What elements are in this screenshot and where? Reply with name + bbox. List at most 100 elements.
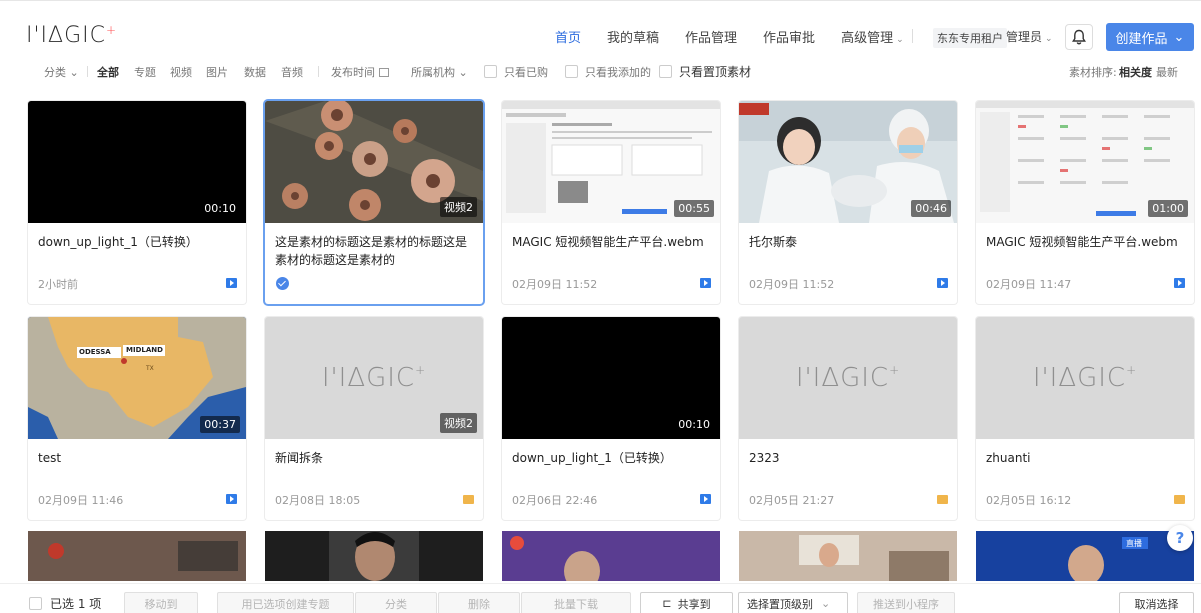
video-icon bbox=[1174, 278, 1185, 288]
map-label-odessa: ODESSA bbox=[79, 348, 111, 356]
video-count-badge: 视频2 bbox=[440, 413, 477, 433]
asset-card[interactable]: ODESSA MIDLAND TX 00:37 test 02月09日 11:4… bbox=[28, 317, 246, 520]
card-thumbnail: I'IΔGIC+ 视频2 bbox=[265, 317, 483, 439]
chevron-down-icon: ⌄ bbox=[821, 597, 831, 610]
card-thumbnail: 01:00 bbox=[976, 101, 1194, 223]
create-work-button[interactable]: 创建作品 ⌄ bbox=[1106, 23, 1194, 51]
folder-icon bbox=[463, 495, 474, 504]
sort-latest[interactable]: 最新 bbox=[1156, 64, 1178, 80]
asset-card-partial[interactable] bbox=[265, 531, 483, 581]
card-title: 这是素材的标题这是素材的标题这是素材的标题这是素材的 bbox=[275, 235, 468, 267]
asset-card-partial[interactable] bbox=[502, 531, 720, 581]
map-label-midland: MIDLAND bbox=[126, 346, 163, 354]
card-time: 02月08日 18:05 bbox=[275, 494, 361, 507]
chevron-down-icon: ⌄ bbox=[1045, 34, 1053, 44]
placeholder-logo: I'IΔGIC+ bbox=[795, 363, 901, 393]
asset-card[interactable]: 00:46 托尔斯泰 02月09日 11:52 bbox=[739, 101, 957, 304]
card-time: 02月05日 21:27 bbox=[749, 494, 835, 507]
only-pinned-checkbox[interactable]: 只看置顶素材 bbox=[659, 63, 751, 80]
map-label-state: TX bbox=[146, 365, 154, 372]
chevron-down-icon: ⌄ bbox=[1173, 29, 1185, 45]
asset-card[interactable]: I'IΔGIC+ 视频2 新闻拆条 02月08日 18:05 bbox=[265, 317, 483, 520]
video-icon bbox=[226, 494, 237, 504]
category-filter[interactable]: 分类 ⌄ bbox=[44, 64, 79, 80]
filter-divider bbox=[318, 66, 319, 77]
only-bought-checkbox[interactable]: 只看已购 bbox=[484, 64, 548, 80]
card-title: test bbox=[38, 451, 62, 465]
pin-level-select[interactable]: 选择置顶级别 ⌄ bbox=[738, 592, 848, 613]
card-time: 2小时前 bbox=[38, 278, 78, 291]
org-filter[interactable]: 所属机构 ⌄ bbox=[411, 64, 468, 80]
folder-icon bbox=[937, 495, 948, 504]
card-title: down_up_light_1（已转换） bbox=[38, 235, 198, 249]
asset-card[interactable]: 00:55 MAGIC 短视频智能生产平台.webm 02月09日 11:52 bbox=[502, 101, 720, 304]
video-icon bbox=[937, 278, 948, 288]
card-time: 02月09日 11:52 bbox=[512, 278, 598, 291]
sort-relevance[interactable]: 相关度 bbox=[1119, 64, 1152, 80]
card-time: 02月06日 22:46 bbox=[512, 494, 598, 507]
card-title: zhuanti bbox=[986, 451, 1031, 465]
type-topic[interactable]: 专题 bbox=[134, 64, 156, 80]
asset-card[interactable]: I'IΔGIC+ 2323 02月05日 21:27 bbox=[739, 317, 957, 520]
duration-badge: 01:00 bbox=[1148, 200, 1188, 217]
checkbox-icon bbox=[484, 65, 497, 78]
calendar-icon bbox=[378, 68, 389, 77]
help-button[interactable]: ? bbox=[1167, 525, 1193, 551]
share-button[interactable]: ⊏ 共享到 bbox=[640, 592, 733, 613]
nav-approval[interactable]: 作品审批 bbox=[763, 27, 815, 46]
card-title: MAGIC 短视频智能生产平台.webm bbox=[512, 235, 704, 249]
publish-time-filter[interactable]: 发布时间 bbox=[331, 64, 389, 80]
filter-divider bbox=[87, 66, 88, 77]
duration-badge: 00:46 bbox=[911, 200, 951, 217]
chevron-down-icon: ⌄ bbox=[896, 35, 904, 45]
move-to-button[interactable]: 移动到 bbox=[124, 592, 198, 613]
only-mine-checkbox[interactable]: 只看我添加的 bbox=[565, 64, 651, 80]
notification-button[interactable] bbox=[1065, 24, 1093, 50]
card-time: 02月09日 11:46 bbox=[38, 494, 124, 507]
chevron-down-icon: ⌄ bbox=[458, 66, 468, 79]
asset-card-partial[interactable]: 直播 bbox=[976, 531, 1194, 581]
select-all-checkbox[interactable] bbox=[29, 597, 42, 610]
bell-icon bbox=[1072, 29, 1086, 45]
filter-bar: 分类 ⌄ 全部 专题 视频 图片 数据 音频 发布时间 所属机构 ⌄ 只看已购 … bbox=[0, 60, 1201, 82]
asset-card[interactable]: 01:00 MAGIC 短视频智能生产平台.webm 02月09日 11:47 bbox=[976, 101, 1194, 304]
type-all[interactable]: 全部 bbox=[97, 64, 119, 80]
asset-card-partial[interactable] bbox=[739, 531, 957, 581]
card-time: 02月05日 16:12 bbox=[986, 494, 1072, 507]
category-button[interactable]: 分类 bbox=[355, 592, 437, 613]
card-thumbnail: 视频2 bbox=[265, 101, 483, 223]
app-logo[interactable]: I'IΔGIC+ bbox=[26, 23, 117, 48]
nav-drafts[interactable]: 我的草稿 bbox=[607, 27, 659, 46]
card-thumbnail: 00:46 bbox=[739, 101, 957, 223]
placeholder-logo: I'IΔGIC+ bbox=[1032, 363, 1138, 393]
type-video[interactable]: 视频 bbox=[170, 64, 192, 80]
card-title: 2323 bbox=[749, 451, 780, 465]
bulk-action-bar: 已选 1 项 移动到 用已选项创建专题 分类 删除 批量下载 ⊏ 共享到 选择置顶… bbox=[0, 583, 1201, 613]
asset-card[interactable]: 00:10 down_up_light_1（已转换） 02月06日 22:46 bbox=[502, 317, 720, 520]
card-thumbnail: I'IΔGIC+ bbox=[976, 317, 1194, 439]
video-count-badge: 视频2 bbox=[440, 197, 477, 217]
bulk-download-button[interactable]: 批量下载 bbox=[521, 592, 631, 613]
cancel-selection-button[interactable]: 取消选择 bbox=[1119, 592, 1194, 613]
duration-badge: 00:10 bbox=[200, 200, 240, 217]
card-time: 02月09日 11:47 bbox=[986, 278, 1072, 291]
role-dropdown[interactable]: 管理员 ⌄ bbox=[1006, 28, 1053, 45]
push-mini-program-button[interactable]: 推送到小程序 bbox=[857, 592, 955, 613]
create-topic-button[interactable]: 用已选项创建专题 bbox=[217, 592, 354, 613]
tenant-badge[interactable]: 东东专用租户 bbox=[933, 28, 1007, 48]
checkbox-icon bbox=[565, 65, 578, 78]
nav-home[interactable]: 首页 bbox=[555, 27, 581, 46]
asset-card[interactable]: 00:10 down_up_light_1（已转换） 2小时前 bbox=[28, 101, 246, 304]
nav-advanced[interactable]: 高级管理 ⌄ bbox=[841, 27, 904, 46]
type-audio[interactable]: 音频 bbox=[281, 64, 303, 80]
folder-icon bbox=[1174, 495, 1185, 504]
asset-card-partial[interactable] bbox=[28, 531, 246, 581]
type-image[interactable]: 图片 bbox=[206, 64, 228, 80]
card-thumbnail bbox=[28, 531, 246, 581]
asset-card-selected[interactable]: 视频2 这是素材的标题这是素材的标题这是素材的标题这是素材的 bbox=[265, 101, 483, 304]
type-data[interactable]: 数据 bbox=[244, 64, 266, 80]
check-icon[interactable] bbox=[276, 277, 289, 290]
asset-card[interactable]: I'IΔGIC+ zhuanti 02月05日 16:12 bbox=[976, 317, 1194, 520]
delete-button[interactable]: 删除 bbox=[438, 592, 520, 613]
nav-works[interactable]: 作品管理 bbox=[685, 27, 737, 46]
